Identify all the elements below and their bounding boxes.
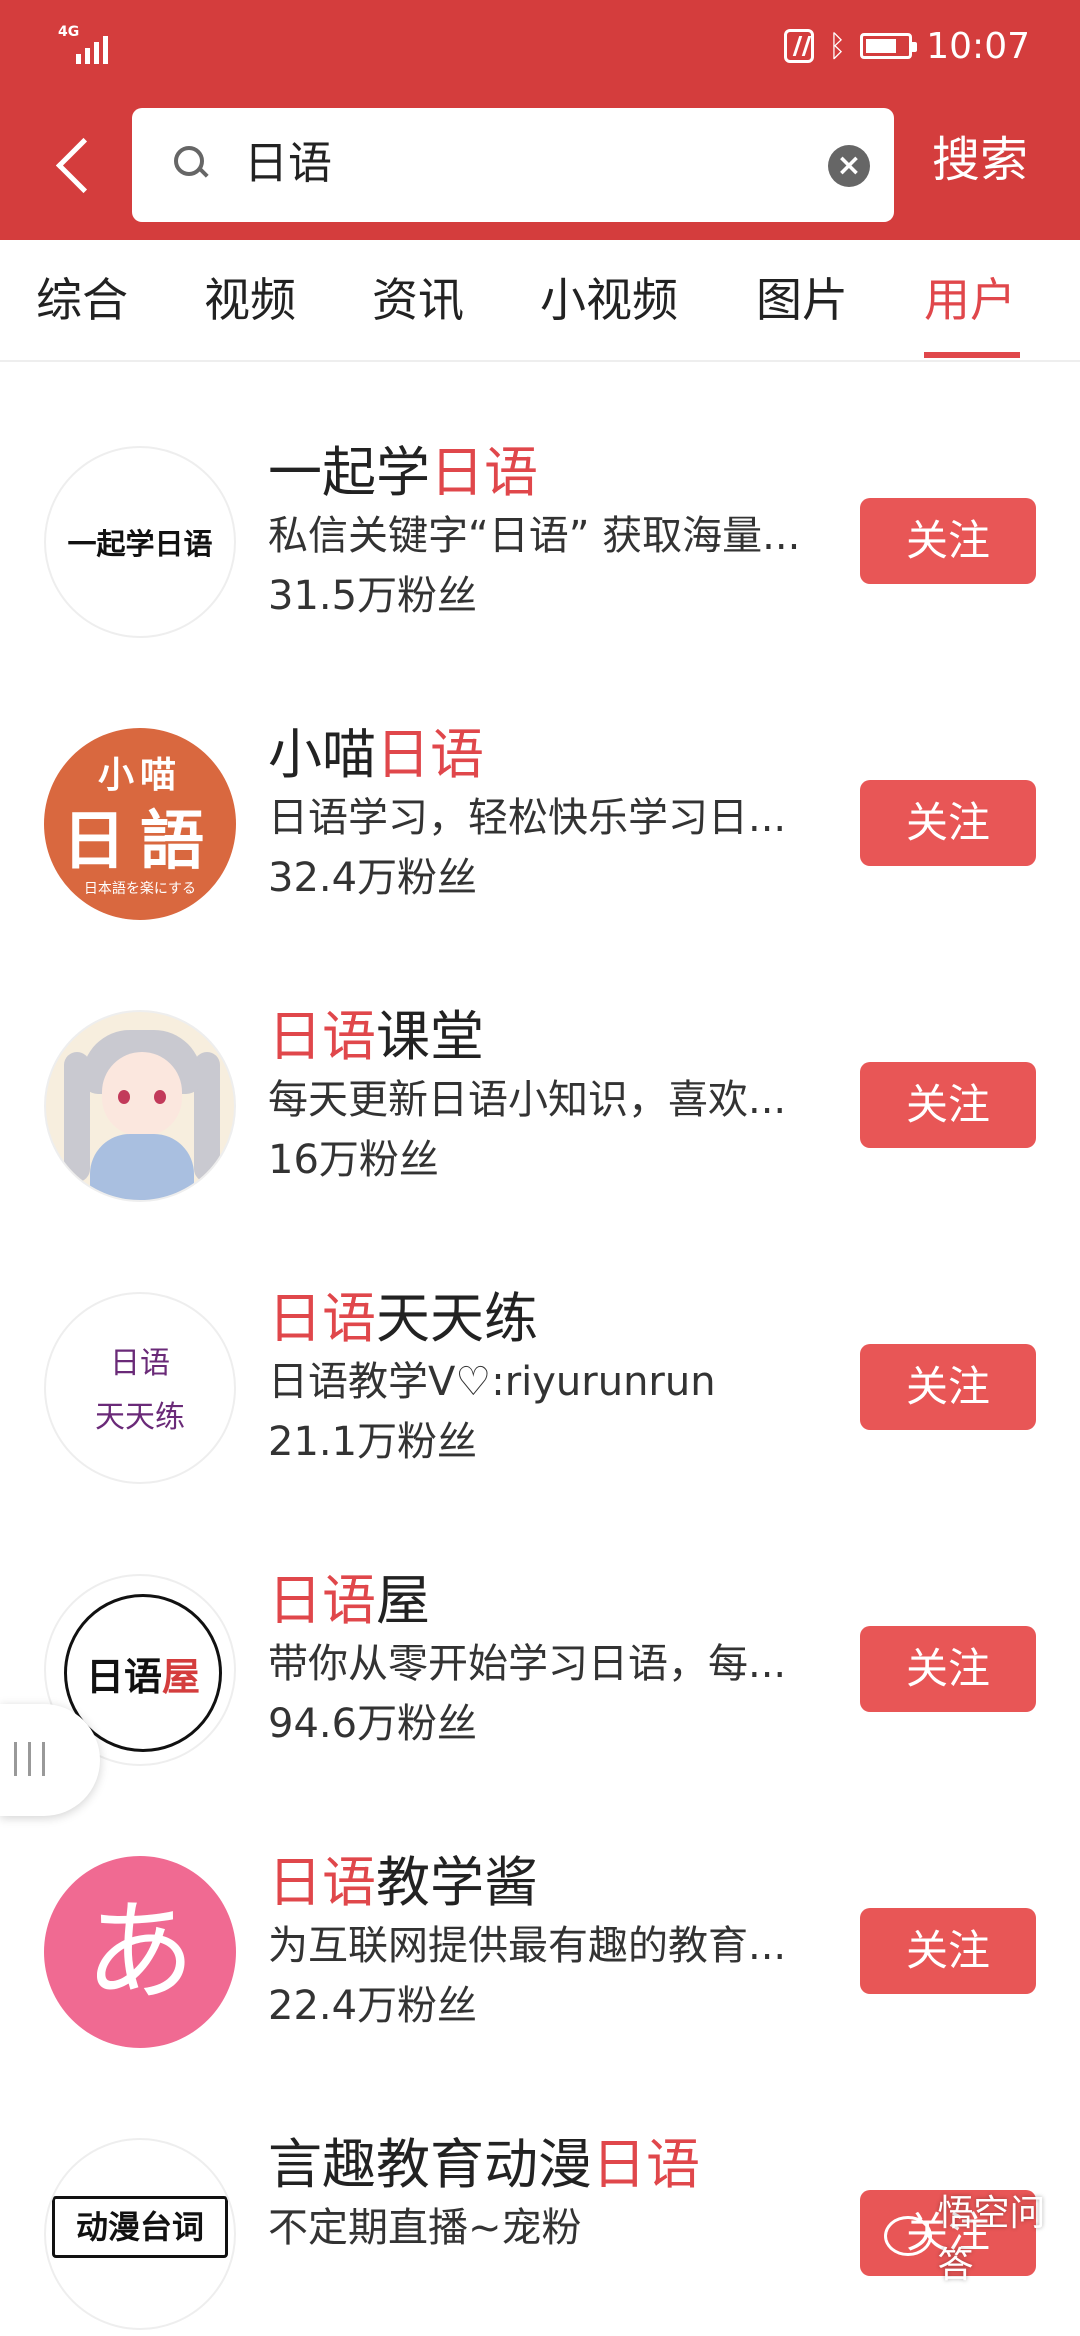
follow-button[interactable]: 关注 (860, 1344, 1036, 1430)
list-item[interactable]: 动漫台词 言趣教育动漫日语 不定期直播~宠粉 关注 (0, 2054, 1080, 2336)
avatar[interactable]: 日语 天天练 (44, 1292, 236, 1484)
fans-count: 22.4万粉丝 (268, 1983, 478, 2029)
fans-count: 32.4万粉丝 (268, 855, 478, 901)
avatar[interactable] (44, 1010, 236, 1202)
follow-button[interactable]: 关注 (860, 498, 1036, 584)
signal-indicator: 4G (58, 24, 128, 64)
fans-count: 31.5万粉丝 (268, 573, 478, 619)
follow-button[interactable]: 关注 (860, 1908, 1036, 1994)
search-icon (174, 146, 204, 176)
tab-video[interactable]: 视频 (204, 270, 296, 330)
user-description: 私信关键字“日语” 获取海量... (268, 513, 801, 559)
tab-bar: 综合 视频 资讯 小视频 图片 用户 (0, 240, 1080, 362)
bluetooth-icon: ᛒ (828, 28, 847, 64)
avatar[interactable]: 小喵 日語 日本語を楽にする (44, 728, 236, 920)
tab-news[interactable]: 资讯 (372, 270, 464, 330)
list-item[interactable]: 日语 天天练 日语天天练 日语教学V♡:riyurunrun 21.1万粉丝 关… (0, 1208, 1080, 1490)
fans-count: 21.1万粉丝 (268, 1419, 478, 1465)
avatar[interactable]: あ (44, 1856, 236, 2048)
user-name[interactable]: 日语课堂 (268, 1004, 484, 1070)
avatar[interactable]: 一起学日语 (44, 446, 236, 638)
search-input[interactable]: 日语 × (132, 108, 894, 222)
fans-count: 16万粉丝 (268, 1137, 439, 1183)
follow-button[interactable]: 关注 (860, 780, 1036, 866)
fans-count: 94.6万粉丝 (268, 1701, 478, 1747)
follow-button[interactable]: 关注 (860, 1062, 1036, 1148)
user-description: 带你从零开始学习日语，每... (268, 1641, 787, 1687)
status-bar: 4G ᛒ 10:07 (0, 0, 1080, 92)
user-name[interactable]: 日语天天练 (268, 1286, 538, 1352)
user-name[interactable]: 日语屋 (268, 1568, 430, 1634)
avatar-text: 一起学日语 (67, 527, 213, 561)
list-item[interactable]: あ 日语教学酱 为互联网提供最有趣的教育... 22.4万粉丝 关注 (0, 1772, 1080, 2054)
nfc-icon (784, 29, 815, 63)
back-button[interactable] (44, 128, 104, 204)
list-item[interactable]: 小喵 日語 日本語を楽にする 小喵日语 日语学习，轻松快乐学习日... 32.4… (0, 644, 1080, 926)
user-description: 日语教学V♡:riyurunrun (268, 1359, 716, 1405)
user-description: 每天更新日语小知识，喜欢... (268, 1077, 787, 1123)
list-item[interactable]: 一起学日语 一起学日语 私信关键字“日语” 获取海量... 31.5万粉丝 关注 (0, 362, 1080, 644)
tab-users[interactable]: 用户 (924, 270, 1016, 330)
wukong-logo-icon (884, 2216, 932, 2256)
battery-icon (860, 33, 918, 59)
clear-icon[interactable]: × (828, 145, 870, 187)
list-item[interactable]: 日语课堂 每天更新日语小知识，喜欢... 16万粉丝 关注 (0, 926, 1080, 1208)
watermark: 悟空问答 (884, 2193, 1080, 2286)
list-item[interactable]: 日语屋 日语屋 带你从零开始学习日语，每... 94.6万粉丝 关注 (0, 1490, 1080, 1772)
user-name[interactable]: 言趣教育动漫日语 (268, 2132, 700, 2198)
search-button[interactable]: 搜索 (932, 128, 1028, 192)
clock: 10:07 (926, 25, 1030, 67)
tab-short-video[interactable]: 小视频 (540, 270, 678, 330)
user-name[interactable]: 日语教学酱 (268, 1850, 538, 1916)
user-name[interactable]: 小喵日语 (268, 722, 484, 788)
tab-images[interactable]: 图片 (756, 270, 848, 330)
avatar[interactable]: 动漫台词 (44, 2138, 236, 2330)
follow-button[interactable]: 关注 (860, 1626, 1036, 1712)
signal-icon (76, 32, 108, 64)
tab-indicator (924, 352, 1020, 358)
search-header: 日语 × 搜索 (0, 92, 1080, 240)
user-description: 不定期直播~宠粉 (268, 2205, 582, 2251)
user-name[interactable]: 一起学日语 (268, 440, 538, 506)
user-description: 为互联网提供最有趣的教育... (268, 1923, 787, 1969)
tab-comprehensive[interactable]: 综合 (36, 270, 128, 330)
search-query[interactable]: 日语 (244, 132, 332, 196)
user-description: 日语学习，轻松快乐学习日... (268, 795, 787, 841)
